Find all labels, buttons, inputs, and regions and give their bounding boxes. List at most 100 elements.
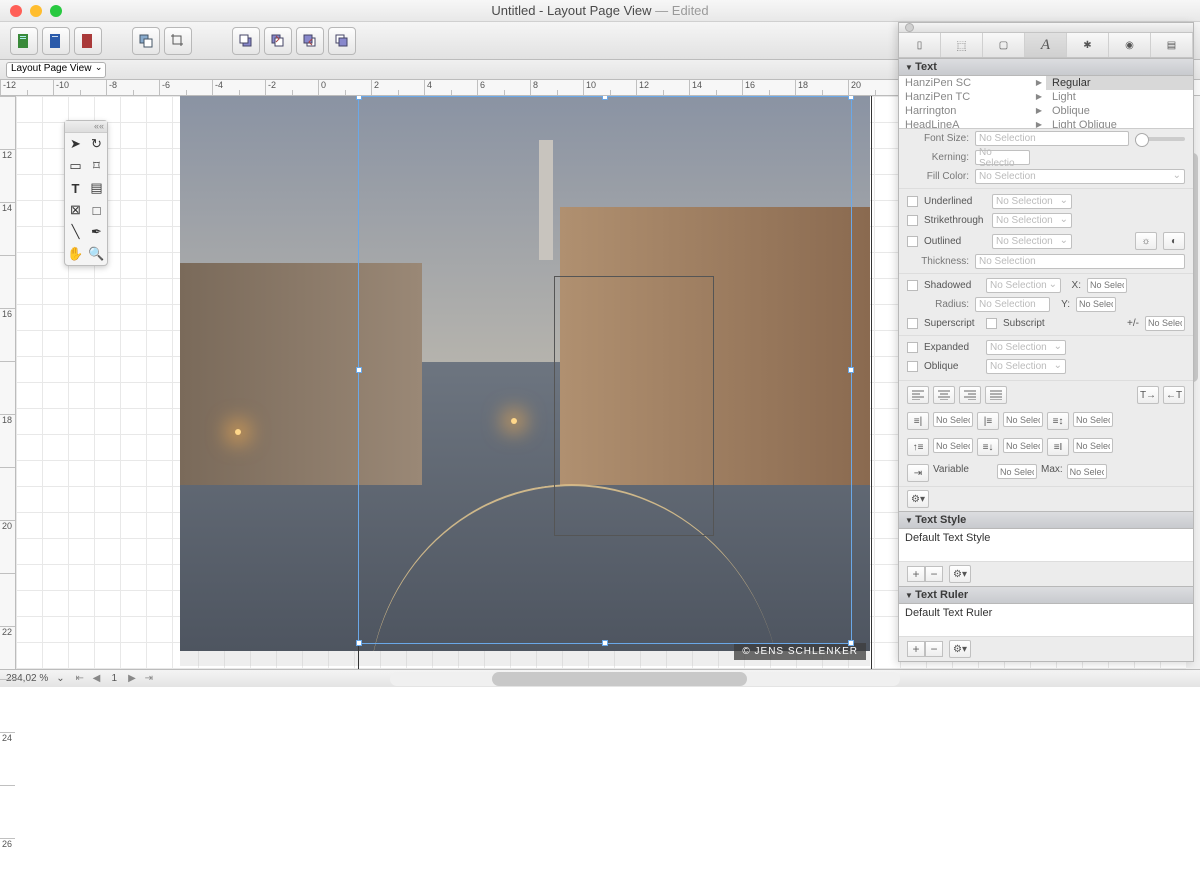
tool-palette[interactable]: «« ➤↻ ▭⌑ T▤ ⊠□ ╲✒ ✋🔍 xyxy=(64,120,108,266)
font-item[interactable]: HeadLineA▶ xyxy=(899,118,1046,128)
shade-icon[interactable]: ◐ xyxy=(1163,232,1185,250)
text-tool-icon[interactable]: T xyxy=(65,177,86,199)
style-item[interactable]: Oblique xyxy=(1046,104,1193,118)
style-item[interactable]: Regular xyxy=(1046,76,1193,90)
style-item[interactable]: Light Oblique xyxy=(1046,118,1193,128)
oblique-checkbox[interactable] xyxy=(907,361,918,372)
shadowed-select[interactable]: No Selection xyxy=(986,278,1061,293)
doc-blue-button[interactable] xyxy=(42,27,70,55)
tab-color-icon[interactable]: ✱ xyxy=(1067,33,1109,57)
indent-right-button[interactable]: |≡ xyxy=(977,412,999,430)
crop-button[interactable] xyxy=(164,27,192,55)
underlined-checkbox[interactable] xyxy=(907,196,918,207)
doc-green-button[interactable] xyxy=(10,27,38,55)
frame-tool-icon[interactable]: ▭ xyxy=(65,155,86,177)
palette-collapse-icon[interactable]: «« xyxy=(65,121,107,133)
minimize-icon[interactable] xyxy=(30,5,42,17)
space-after-button[interactable]: ≡↓ xyxy=(977,438,999,456)
content-tool-icon[interactable]: ⌑ xyxy=(86,155,107,177)
line-tool-icon[interactable]: ╲ xyxy=(65,221,86,243)
zoom-tool-icon[interactable]: 🔍 xyxy=(86,243,107,265)
inspector-close-icon[interactable] xyxy=(905,23,914,32)
pm-field[interactable] xyxy=(1145,316,1185,331)
inner-selection[interactable] xyxy=(554,276,714,536)
image-tool-icon[interactable]: ▤ xyxy=(86,177,107,199)
arrange-back-button[interactable] xyxy=(328,27,356,55)
rotate-tool-icon[interactable]: ↻ xyxy=(86,133,107,155)
font-item[interactable]: HanziPen SC▶ xyxy=(899,76,1046,90)
superscript-checkbox[interactable] xyxy=(907,318,918,329)
indent-left-button[interactable]: ≡| xyxy=(907,412,929,430)
handle-icon[interactable] xyxy=(848,367,854,373)
arrange-backward-button[interactable] xyxy=(296,27,324,55)
leading-button[interactable]: ≡↕ xyxy=(1047,412,1069,430)
horizontal-scrollbar[interactable] xyxy=(390,672,900,686)
guide-vertical-right[interactable] xyxy=(871,96,872,669)
font-item[interactable]: Harrington▶ xyxy=(899,104,1046,118)
align-left-button[interactable] xyxy=(907,386,929,404)
underlined-select[interactable]: No Selection xyxy=(992,194,1072,209)
text-ruler-list[interactable]: Default Text Ruler xyxy=(899,604,1193,636)
tab-button[interactable]: ⇥ xyxy=(907,464,929,482)
maximize-icon[interactable] xyxy=(50,5,62,17)
section-text-ruler[interactable]: Text Ruler xyxy=(899,586,1193,604)
handle-icon[interactable] xyxy=(356,367,362,373)
tab-document-icon[interactable]: ▯ xyxy=(899,33,941,57)
strike-select[interactable]: No Selection xyxy=(992,213,1072,228)
subscript-checkbox[interactable] xyxy=(986,318,997,329)
align-center-button[interactable] xyxy=(933,386,955,404)
style-gear-button[interactable]: ⚙▾ xyxy=(949,565,971,583)
style-item[interactable]: Light xyxy=(1046,90,1193,104)
handle-icon[interactable] xyxy=(848,96,854,100)
strike-checkbox[interactable] xyxy=(907,215,918,226)
list-item[interactable]: Default Text Ruler xyxy=(905,607,1187,619)
first-page-button[interactable]: ⇤ xyxy=(73,673,87,684)
section-text-style[interactable]: Text Style xyxy=(899,511,1193,529)
doc-red-button[interactable] xyxy=(74,27,102,55)
handle-icon[interactable] xyxy=(356,640,362,646)
handle-icon[interactable] xyxy=(602,640,608,646)
baseline-button[interactable]: ≡I xyxy=(1047,438,1069,456)
rect-tool-icon[interactable]: □ xyxy=(86,199,107,221)
prev-page-button[interactable]: ◀ xyxy=(89,673,103,684)
inspector-header[interactable] xyxy=(899,23,1193,33)
ruler-vertical[interactable]: 1214161820222426 xyxy=(0,96,16,669)
max-field[interactable] xyxy=(1067,464,1107,479)
arrange-front-button[interactable] xyxy=(232,27,260,55)
leading-field[interactable] xyxy=(1073,412,1113,427)
tab-misc-icon[interactable]: ▤ xyxy=(1151,33,1193,57)
outlined-checkbox[interactable] xyxy=(907,236,918,247)
shadow-y-field[interactable] xyxy=(1076,297,1116,312)
next-page-button[interactable]: ▶ xyxy=(125,673,139,684)
tab-image-icon[interactable]: ◉ xyxy=(1109,33,1151,57)
ruler-gear-button[interactable]: ⚙▾ xyxy=(949,640,971,658)
shadowed-checkbox[interactable] xyxy=(907,280,918,291)
text-style-list[interactable]: Default Text Style xyxy=(899,529,1193,561)
space-before-field[interactable] xyxy=(933,438,973,453)
fontsize-slider[interactable] xyxy=(1135,137,1185,141)
fontsize-field[interactable]: No Selection xyxy=(975,131,1129,146)
add-ruler-button[interactable]: + xyxy=(907,641,925,657)
gear-button[interactable]: ⚙▾ xyxy=(907,490,929,508)
rtl-button[interactable]: ←T xyxy=(1163,386,1185,404)
outlined-select[interactable]: No Selection xyxy=(992,234,1072,249)
xframe-tool-icon[interactable]: ⊠ xyxy=(65,199,86,221)
list-item[interactable]: Default Text Style xyxy=(905,532,1187,544)
expanded-select[interactable]: No Selection xyxy=(986,340,1066,355)
space-before-button[interactable]: ↑≡ xyxy=(907,438,929,456)
tab-field[interactable] xyxy=(997,464,1037,479)
close-icon[interactable] xyxy=(10,5,22,17)
handle-icon[interactable] xyxy=(356,96,362,100)
add-style-button[interactable]: + xyxy=(907,566,925,582)
kerning-field[interactable]: No Selectio xyxy=(975,150,1030,165)
align-justify-button[interactable] xyxy=(985,386,1007,404)
arrange-forward-button[interactable] xyxy=(264,27,292,55)
page-number[interactable]: 1 xyxy=(111,673,117,684)
radius-field[interactable]: No Selection xyxy=(975,297,1050,312)
remove-style-button[interactable]: − xyxy=(925,566,943,582)
space-after-field[interactable] xyxy=(1003,438,1043,453)
handle-icon[interactable] xyxy=(602,96,608,100)
font-item[interactable]: HanziPen TC▶ xyxy=(899,90,1046,104)
pen-tool-icon[interactable]: ✒ xyxy=(86,221,107,243)
pointer-tool-icon[interactable]: ➤ xyxy=(65,133,86,155)
